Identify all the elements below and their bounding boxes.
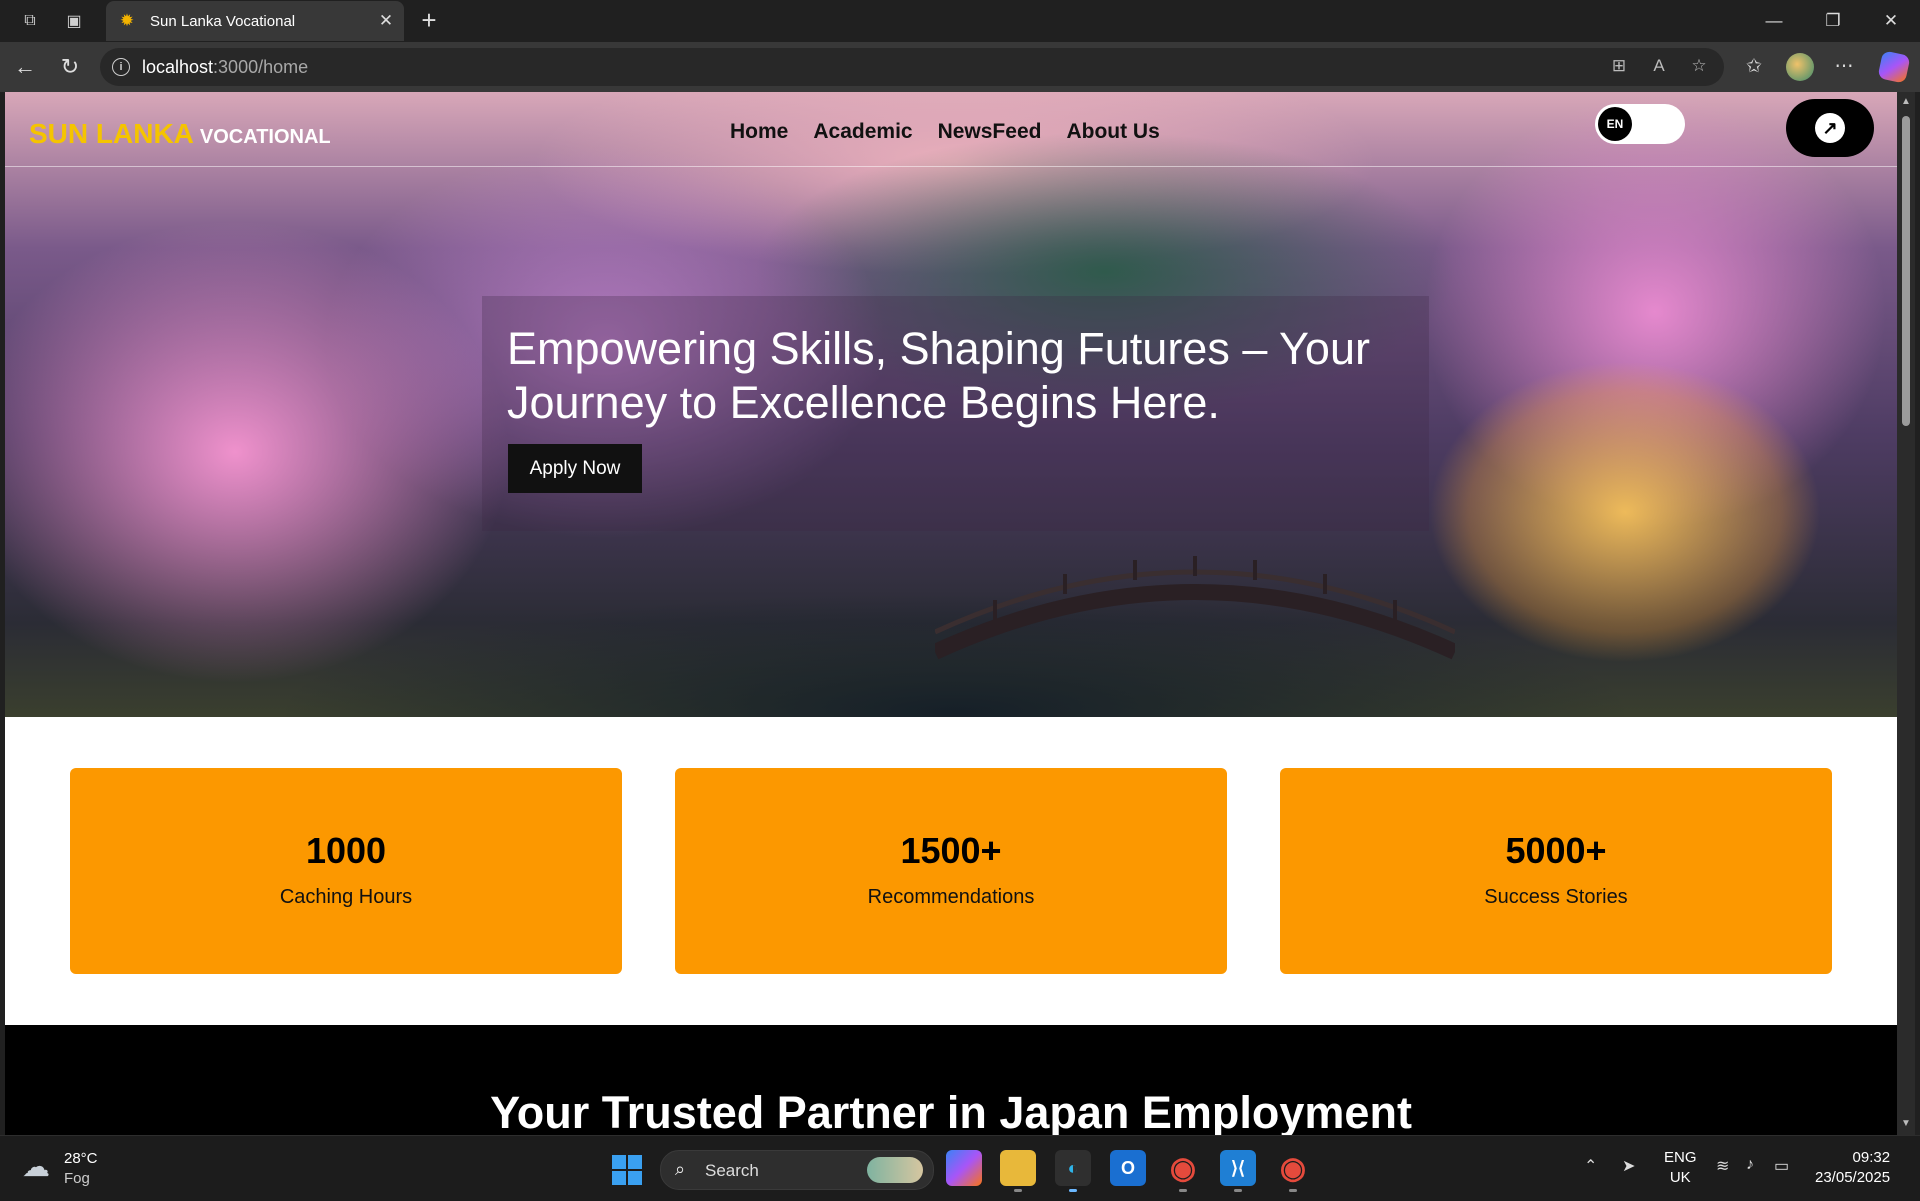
back-arrow-icon[interactable]: ← [10, 52, 40, 82]
site-logo[interactable]: SUN LANKA VOCATIONAL [29, 118, 331, 150]
chrome-profile-icon[interactable]: ◉ [1165, 1150, 1201, 1192]
stat-label: Caching Hours [279, 886, 413, 908]
show-hidden-icons-icon[interactable]: ⌃ [1584, 1156, 1597, 1176]
nav-links: Home Academic NewsFeed About Us [730, 120, 1160, 144]
copilot-icon[interactable] [1877, 50, 1911, 84]
language-knob: EN [1598, 107, 1632, 141]
wifi-icon[interactable]: ≋ [1716, 1156, 1729, 1176]
region-code: UK [1669, 1169, 1691, 1186]
restore-icon[interactable]: ❐ [1810, 8, 1856, 34]
volume-icon[interactable]: ♪ [1746, 1156, 1754, 1174]
hero-section: SUN LANKA VOCATIONAL Home Academic NewsFe… [5, 92, 1897, 717]
favorites-icon[interactable]: ✩ [1740, 54, 1768, 80]
tab-close-icon[interactable]: ✕ [372, 11, 400, 31]
nav-newsfeed[interactable]: NewsFeed [938, 120, 1042, 144]
scroll-thumb[interactable] [1902, 116, 1910, 426]
hero-title: Empowering Skills, Shaping Futures – You… [507, 323, 1370, 428]
site-info-icon[interactable]: i [112, 58, 130, 76]
more-icon[interactable]: ⋯ [1830, 54, 1858, 80]
tab-title: Sun Lanka Vocational [150, 12, 296, 30]
language-code: ENG [1664, 1149, 1697, 1166]
location-icon[interactable]: ➤ [1622, 1156, 1635, 1176]
weather-temperature[interactable]: 28°C [64, 1150, 98, 1167]
favorite-star-icon[interactable]: ☆ [1686, 56, 1712, 78]
search-icon: ⌕ [675, 1159, 686, 1179]
clock-time: 09:32 [1852, 1149, 1891, 1166]
stat-card: 1500+ Recommendations [675, 768, 1227, 974]
input-language[interactable]: ENG UK [1664, 1148, 1697, 1188]
sun-favicon-icon: ✹ [119, 11, 135, 30]
section-title: Your Trusted Partner in Japan Employment [490, 1087, 1412, 1135]
edge-browser-icon[interactable]: ◐ [1055, 1150, 1091, 1192]
page-scrollbar[interactable]: ▲ ▼ [1897, 92, 1915, 1135]
stat-value: 1000 [305, 830, 387, 871]
weather-cloud-icon[interactable]: ☁ [22, 1152, 56, 1182]
stat-label: Recommendations [867, 886, 1035, 908]
arrow-up-right-icon: ↗ [1815, 113, 1845, 143]
copilot-app-icon[interactable] [946, 1150, 982, 1186]
stat-card: 1000 Caching Hours [70, 768, 622, 974]
url-text[interactable]: localhost:3000/home [142, 57, 308, 78]
stat-value: 1500+ [900, 830, 1002, 871]
search-label: Search [705, 1161, 759, 1180]
weather-description[interactable]: Fog [64, 1170, 90, 1187]
logo-secondary: VOCATIONAL [199, 126, 331, 148]
address-bar[interactable]: i localhost:3000/home ⊞ A ☆ [100, 48, 1724, 86]
windows-start-icon[interactable] [612, 1155, 642, 1185]
search-highlight-icon [867, 1157, 923, 1183]
chrome-icon[interactable]: ◉ [1275, 1150, 1311, 1192]
bridge-illustration [935, 556, 1455, 660]
nav-home[interactable]: Home [730, 120, 788, 144]
windows-taskbar: ☁ 28°C Fog ⌕ Search ◐ O ◉ ⟩⟨ ◉ ⌃ ➤ ENG U… [0, 1135, 1920, 1201]
browser-tab[interactable]: ✹ Sun Lanka Vocational ✕ [106, 1, 404, 41]
profile-avatar[interactable] [1786, 53, 1814, 81]
stat-label: Success Stories [1484, 886, 1628, 908]
workspaces-icon[interactable]: ⧉ [16, 8, 44, 34]
app-available-icon[interactable]: ⊞ [1606, 56, 1632, 78]
nav-academic[interactable]: Academic [813, 120, 912, 144]
partner-section: Your Trusted Partner in Japan Employment [5, 1025, 1897, 1135]
new-tab-button[interactable]: + [414, 6, 444, 36]
hero-content: Empowering Skills, Shaping Futures – You… [482, 296, 1429, 531]
stat-value: 5000+ [1505, 830, 1607, 871]
refresh-icon[interactable]: ↻ [55, 52, 85, 82]
minimize-icon[interactable]: — [1751, 8, 1797, 34]
file-explorer-icon[interactable] [1000, 1150, 1036, 1192]
taskbar-search[interactable]: ⌕ Search [660, 1150, 934, 1190]
logo-primary: SUN LANKA [29, 118, 194, 149]
tab-actions-icon[interactable]: ▣ [60, 8, 88, 34]
page-viewport: SUN LANKA VOCATIONAL Home Academic NewsFe… [5, 92, 1897, 1135]
browser-toolbar: ← ↻ i localhost:3000/home ⊞ A ☆ ✩ ⋯ [0, 42, 1920, 92]
system-clock[interactable]: 09:32 23/05/2025 [1815, 1148, 1890, 1188]
clock-date: 23/05/2025 [1815, 1169, 1891, 1186]
action-button[interactable]: ↗ [1786, 99, 1874, 157]
scroll-up-icon[interactable]: ▲ [1899, 96, 1913, 110]
stat-card: 5000+ Success Stories [1280, 768, 1832, 974]
close-window-icon[interactable]: ✕ [1868, 8, 1914, 34]
read-aloud-icon[interactable]: A [1646, 56, 1672, 78]
stats-section: 1000 Caching Hours 1500+ Recommendations… [5, 717, 1897, 1025]
site-navbar: SUN LANKA VOCATIONAL Home Academic NewsFe… [5, 92, 1897, 167]
nav-about-us[interactable]: About Us [1066, 120, 1159, 144]
language-toggle[interactable]: EN [1595, 104, 1685, 144]
browser-titlebar: ⧉ ▣ ✹ Sun Lanka Vocational ✕ + — ❐ ✕ [0, 0, 1920, 42]
outlook-icon[interactable]: O [1110, 1150, 1146, 1186]
vscode-icon[interactable]: ⟩⟨ [1220, 1150, 1256, 1192]
scroll-down-icon[interactable]: ▼ [1899, 1118, 1913, 1132]
battery-icon[interactable]: ▭ [1774, 1156, 1789, 1176]
apply-now-button[interactable]: Apply Now [508, 444, 642, 493]
